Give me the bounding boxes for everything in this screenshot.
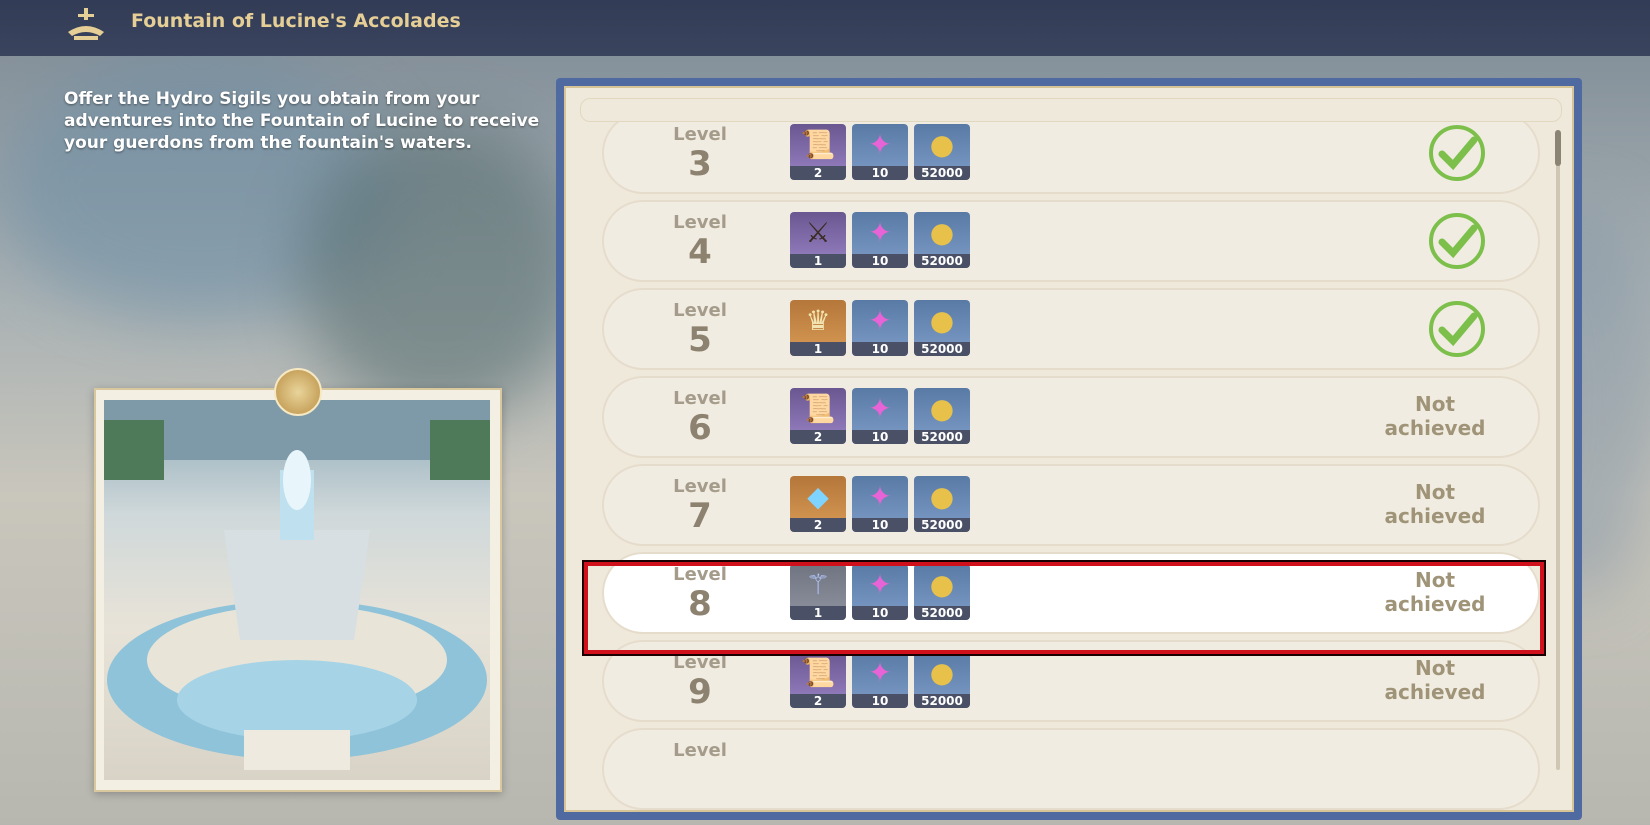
status-text: Not achieved [1384, 392, 1486, 440]
mora-coin-reward-item[interactable]: ● 52000 [914, 476, 970, 532]
item-count: 2 [790, 518, 846, 532]
crown-reward-item[interactable]: ♛ 1 [790, 300, 846, 356]
achieved-check-icon [1429, 125, 1485, 181]
rewards-list[interactable]: Level 3 📜 2 ✦ 10 ● 52000 Level 4 ⚔ 1 ✦ 10 ● 52000 Level 5… [596, 122, 1546, 812]
reward-row[interactable]: Level 3 📜 2 ✦ 10 ● 52000 [602, 122, 1540, 194]
scroll-icon: 📜 [800, 656, 836, 689]
page-title: Fountain of Lucine's Accolades [131, 10, 461, 32]
status-text: Not achieved [1384, 480, 1486, 528]
medal-emblem [274, 368, 322, 416]
rewards-panel: Level 3 📜 2 ✦ 10 ● 52000 Level 4 ⚔ 1 ✦ 10 ● 52000 Level 5… [556, 78, 1582, 820]
mora-coin-icon: ● [929, 656, 955, 689]
level-label: Level [673, 740, 727, 761]
mora-coin-reward-item[interactable]: ● 52000 [914, 300, 970, 356]
crystal-icon: ✦ [868, 480, 892, 513]
achieved-check-icon [1429, 301, 1485, 357]
highlight-annotation-box [582, 560, 1546, 656]
crystal-reward-item[interactable]: ✦ 10 [852, 124, 908, 180]
background-blur [300, 120, 580, 420]
item-count: 2 [790, 166, 846, 180]
mora-coin-icon: ● [929, 480, 955, 513]
item-count: 1 [790, 342, 846, 356]
mora-coin-reward-item[interactable]: ● 52000 [914, 388, 970, 444]
level-number: 3 [688, 144, 712, 184]
reward-row[interactable]: Level 7 ◆ 2 ✦ 10 ● 52000 Not achieved [602, 464, 1540, 546]
sword-reward-item[interactable]: ⚔ 1 [790, 212, 846, 268]
scroll-icon: 📜 [800, 128, 836, 161]
crown-icon: ♛ [805, 304, 831, 337]
mora-coin-icon: ● [929, 304, 955, 337]
level-number: 4 [688, 232, 712, 272]
item-count: 2 [790, 430, 846, 444]
item-count: 10 [852, 430, 908, 444]
item-count: 10 [852, 166, 908, 180]
mora-coin-reward-item[interactable]: ● 52000 [914, 212, 970, 268]
level-label: Level [673, 212, 727, 233]
mora-coin-icon: ● [929, 216, 955, 249]
crystal-icon: ✦ [868, 304, 892, 337]
item-count: 52000 [914, 518, 970, 532]
description-text: Offer the Hydro Sigils you obtain from y… [64, 89, 540, 153]
achieved-check-icon [1429, 213, 1485, 269]
item-count: 1 [790, 254, 846, 268]
level-label: Level [673, 652, 727, 673]
scroll-reward-item[interactable]: 📜 2 [790, 388, 846, 444]
crystal-reward-item[interactable]: ✦ 10 [852, 212, 908, 268]
sword-icon: ⚔ [805, 216, 831, 249]
crystal-icon: ✦ [868, 656, 892, 689]
level-number: 7 [688, 496, 712, 536]
hydro-gem-reward-item[interactable]: ◆ 2 [790, 476, 846, 532]
item-count: 52000 [914, 342, 970, 356]
reward-row[interactable]: Level 4 ⚔ 1 ✦ 10 ● 52000 [602, 200, 1540, 282]
fountain-icon [68, 8, 104, 40]
reward-row[interactable]: Level 5 ♛ 1 ✦ 10 ● 52000 [602, 288, 1540, 370]
level-label: Level [673, 476, 727, 497]
item-count: 10 [852, 342, 908, 356]
rewards-panel-inner: Level 3 📜 2 ✦ 10 ● 52000 Level 4 ⚔ 1 ✦ 10 ● 52000 Level 5… [564, 86, 1574, 812]
crystal-reward-item[interactable]: ✦ 10 [852, 388, 908, 444]
item-count: 10 [852, 254, 908, 268]
item-count: 2 [790, 694, 846, 708]
item-count: 52000 [914, 694, 970, 708]
mora-coin-reward-item[interactable]: ● 52000 [914, 124, 970, 180]
level-label: Level [673, 124, 727, 145]
level-number: 6 [688, 408, 712, 448]
scrollbar-track[interactable] [1556, 130, 1560, 770]
item-count: 52000 [914, 254, 970, 268]
crystal-icon: ✦ [868, 216, 892, 249]
fountain-image [104, 400, 490, 780]
item-count: 10 [852, 518, 908, 532]
level-number: 9 [688, 672, 712, 712]
scroll-icon: 📜 [800, 392, 836, 425]
fountain-image-frame [94, 388, 502, 792]
panel-decoration [580, 98, 1562, 122]
reward-row[interactable]: Level [602, 728, 1540, 810]
scrollbar-thumb[interactable] [1555, 130, 1561, 166]
level-number: 5 [688, 320, 712, 360]
level-label: Level [673, 300, 727, 321]
scroll-reward-item[interactable]: 📜 2 [790, 652, 846, 708]
status-text: Not achieved [1384, 656, 1486, 704]
crystal-reward-item[interactable]: ✦ 10 [852, 476, 908, 532]
mora-coin-icon: ● [929, 392, 955, 425]
scroll-reward-item[interactable]: 📜 2 [790, 124, 846, 180]
crystal-icon: ✦ [868, 392, 892, 425]
item-count: 52000 [914, 166, 970, 180]
hydro-gem-icon: ◆ [807, 480, 829, 513]
mora-coin-reward-item[interactable]: ● 52000 [914, 652, 970, 708]
level-label: Level [673, 388, 727, 409]
item-count: 10 [852, 694, 908, 708]
crystal-reward-item[interactable]: ✦ 10 [852, 300, 908, 356]
reward-row[interactable]: Level 6 📜 2 ✦ 10 ● 52000 Not achieved [602, 376, 1540, 458]
item-count: 52000 [914, 430, 970, 444]
crystal-reward-item[interactable]: ✦ 10 [852, 652, 908, 708]
mora-coin-icon: ● [929, 128, 955, 161]
crystal-icon: ✦ [868, 128, 892, 161]
